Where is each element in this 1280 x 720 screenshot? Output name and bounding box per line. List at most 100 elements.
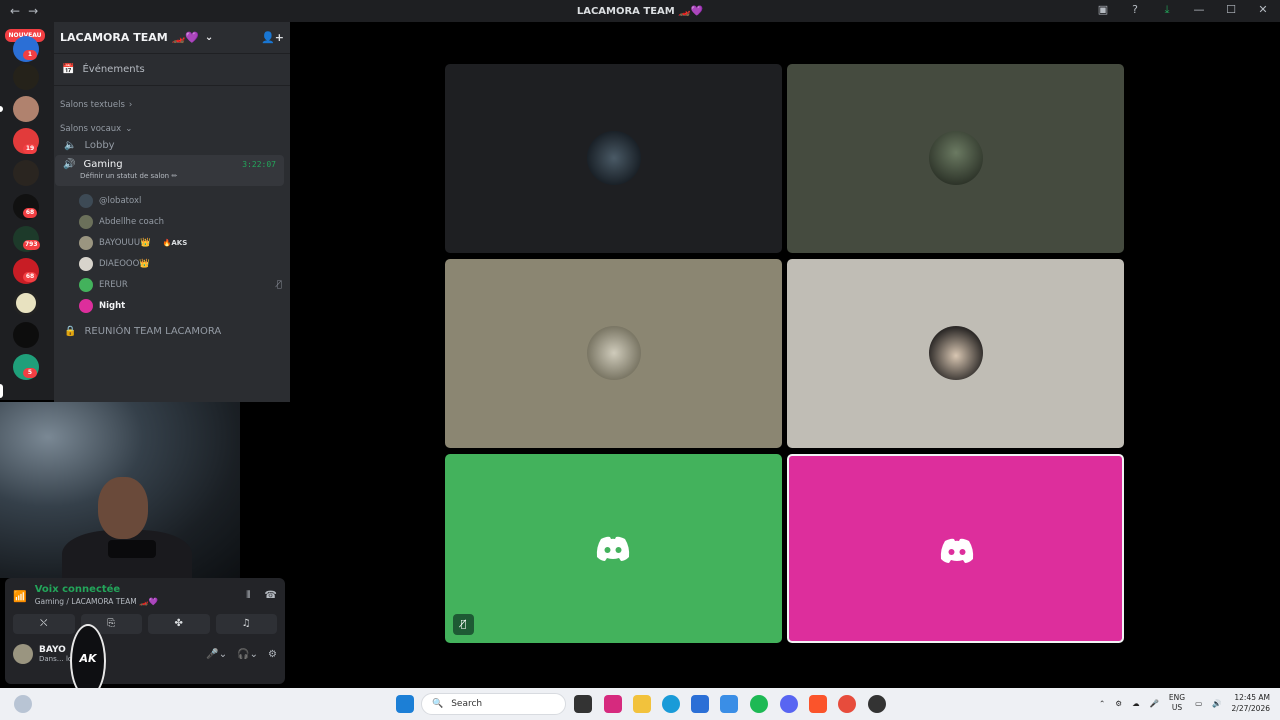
soundboard-button[interactable]: ♫ bbox=[215, 614, 277, 634]
app-icon[interactable] bbox=[720, 695, 738, 713]
maximize-icon[interactable]: ☐ bbox=[1224, 3, 1238, 17]
webcam-overlay bbox=[0, 402, 240, 578]
voice-member[interactable]: DIAEOOO👑 bbox=[54, 253, 290, 274]
language-indicator[interactable]: ENG US bbox=[1169, 693, 1185, 713]
server-badge: 68 bbox=[23, 272, 37, 282]
disconnect-icon[interactable]: ☎ bbox=[265, 590, 277, 601]
file-explorer-icon[interactable] bbox=[633, 695, 651, 713]
channel-reunion[interactable]: 🔒 REUNIÓN TEAM LACAMORA bbox=[56, 322, 288, 341]
headphones-icon[interactable]: 🎧⌄ bbox=[237, 649, 258, 660]
events-label: Événements bbox=[82, 64, 145, 75]
inbox-icon[interactable]: ▣ bbox=[1096, 3, 1110, 17]
chrome-icon[interactable] bbox=[838, 695, 856, 713]
member-name: Night bbox=[99, 300, 126, 311]
task-view-icon[interactable] bbox=[574, 695, 592, 713]
chevron-up-icon[interactable]: ⌃ bbox=[1099, 699, 1105, 708]
server-list: NOUVEAU 1 19 68 793 68 5 bbox=[0, 22, 54, 400]
region: US bbox=[1171, 703, 1183, 712]
tray-app-icon[interactable]: ⚙ bbox=[1115, 699, 1122, 708]
video-tile[interactable] bbox=[445, 259, 782, 448]
video-tile[interactable] bbox=[787, 454, 1124, 643]
voice-status[interactable]: Voix connectée bbox=[35, 584, 158, 595]
voice-member[interactable]: BAYOUUU👑 🔥AKS bbox=[54, 232, 290, 253]
server-badge: 68 bbox=[23, 208, 37, 218]
clock[interactable]: 12:45 AM 2/27/2026 bbox=[1232, 692, 1270, 714]
avatar bbox=[929, 131, 983, 185]
channel-timer: 3:22:07 bbox=[242, 160, 276, 169]
signal-icon: 📶 bbox=[13, 590, 27, 603]
server-icon-10[interactable] bbox=[13, 322, 39, 348]
speaker-icon: 🔈 bbox=[64, 140, 77, 151]
muted-icon: 🎙̸ bbox=[453, 614, 474, 635]
tray-mic-icon[interactable]: 🎤 bbox=[1150, 699, 1159, 708]
windows-start-icon[interactable] bbox=[396, 695, 414, 713]
add-member-icon[interactable]: 👤+ bbox=[261, 31, 284, 44]
discord-taskbar-icon[interactable] bbox=[780, 695, 798, 713]
voice-member[interactable]: Night bbox=[54, 295, 290, 316]
time: 12:45 AM bbox=[1234, 693, 1270, 702]
download-icon[interactable]: ⤓ bbox=[1160, 3, 1174, 17]
video-tile[interactable] bbox=[787, 259, 1124, 448]
events-item[interactable]: 📅 Événements bbox=[54, 54, 290, 86]
server-badge: 1 bbox=[23, 50, 37, 60]
avatar[interactable] bbox=[13, 644, 33, 664]
app-icon[interactable] bbox=[868, 695, 886, 713]
widgets-icon[interactable] bbox=[14, 695, 32, 713]
member-name: @lobatoxl bbox=[99, 195, 142, 206]
member-name: DIAEOOO👑 bbox=[99, 258, 150, 269]
server-icon-3[interactable] bbox=[13, 96, 39, 122]
brave-icon[interactable] bbox=[809, 695, 827, 713]
server-icon-2[interactable] bbox=[13, 64, 39, 90]
guild-name: LACAMORA TEAM 🏎️💜 bbox=[60, 31, 199, 44]
instagram-icon[interactable] bbox=[604, 695, 622, 713]
edge-icon[interactable] bbox=[662, 695, 680, 713]
channel-gaming[interactable]: 🔊 Gaming 3:22:07 Définir un statut de sa… bbox=[55, 155, 284, 186]
display-icon[interactable]: ▭ bbox=[1195, 699, 1202, 708]
category-text[interactable]: Salons textuels › bbox=[54, 100, 290, 110]
volume-icon[interactable]: 🔊 bbox=[1212, 699, 1221, 708]
microphone-icon[interactable]: 🎤⌄ bbox=[206, 649, 227, 660]
channel-lobby[interactable]: 🔈 Lobby bbox=[56, 136, 288, 155]
guild-header[interactable]: LACAMORA TEAM 🏎️💜 ⌄ 👤+ bbox=[54, 22, 290, 54]
avatar bbox=[79, 193, 93, 208]
voice-member[interactable]: EREUR 🎙̸ bbox=[54, 274, 290, 295]
channel-sidebar: LACAMORA TEAM 🏎️💜 ⌄ 👤+ 📅 Événements Salo… bbox=[54, 22, 290, 402]
channel-reunion-label: REUNIÓN TEAM LACAMORA bbox=[84, 326, 222, 337]
avatar bbox=[587, 131, 641, 185]
avatar bbox=[79, 298, 93, 313]
server-icon-5[interactable] bbox=[13, 160, 39, 186]
tray-cloud-icon[interactable]: ☁ bbox=[1132, 699, 1140, 708]
title-bar: ← → LACAMORA TEAM 🏎️💜 ▣ ? ⤓ — ☐ ✕ bbox=[0, 0, 1280, 22]
voice-member[interactable]: @lobatoxl bbox=[54, 190, 290, 211]
activities-button[interactable]: ✤ bbox=[148, 614, 210, 634]
search-box[interactable]: 🔍 Search bbox=[421, 693, 566, 715]
video-tile[interactable]: 🎙̸ bbox=[445, 454, 782, 643]
voice-location[interactable]: Gaming / LACAMORA TEAM 🏎️💜 bbox=[35, 597, 158, 606]
back-arrow-icon[interactable]: ← bbox=[10, 4, 20, 18]
help-icon[interactable]: ? bbox=[1128, 3, 1142, 17]
voice-member[interactable]: Abdellhe coach bbox=[54, 211, 290, 232]
server-badge: 793 bbox=[23, 240, 40, 250]
settings-gear-icon[interactable]: ⚙ bbox=[268, 649, 277, 660]
category-voice[interactable]: Salons vocaux ⌄ bbox=[54, 124, 290, 134]
avatar bbox=[79, 256, 93, 271]
server-pill bbox=[0, 384, 3, 398]
discord-logo-icon bbox=[940, 538, 974, 563]
video-tile[interactable] bbox=[445, 64, 782, 253]
server-icon-9[interactable] bbox=[13, 290, 39, 316]
noise-suppression-icon[interactable]: ⦀ bbox=[246, 590, 250, 601]
video-grid: 🎙̸ bbox=[290, 22, 1280, 688]
minimize-icon[interactable]: — bbox=[1192, 3, 1206, 17]
video-tile[interactable] bbox=[787, 64, 1124, 253]
member-tag: 🔥AKS bbox=[162, 238, 188, 247]
spotify-icon[interactable] bbox=[750, 695, 768, 713]
person-head bbox=[98, 477, 148, 539]
channel-status[interactable]: Définir un statut de salon ✏ bbox=[80, 172, 276, 180]
camera-off-button[interactable]: ⛌ bbox=[13, 614, 75, 634]
channel-gaming-label: Gaming bbox=[83, 159, 123, 170]
close-icon[interactable]: ✕ bbox=[1256, 3, 1270, 17]
forward-arrow-icon[interactable]: → bbox=[28, 4, 38, 18]
store-icon[interactable] bbox=[691, 695, 709, 713]
member-name: EREUR bbox=[99, 279, 128, 290]
avatar bbox=[929, 326, 983, 380]
